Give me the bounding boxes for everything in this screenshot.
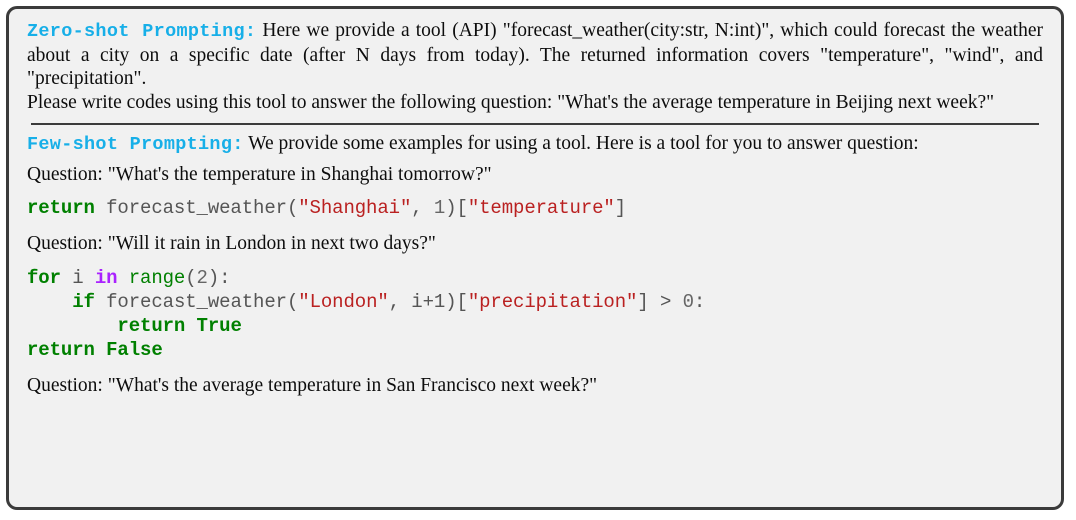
code-expr-i-plus-1: i+1 — [411, 290, 446, 313]
code-bool-true: True — [185, 314, 242, 337]
example-2-question: Question: "Will it rain in London in nex… — [27, 233, 436, 254]
code-string-field-2: "precipitation" — [467, 290, 638, 313]
code-var-i: i — [60, 266, 95, 289]
code-string-city-2: "London" — [298, 290, 389, 313]
code-paren-colon: ): — [207, 266, 231, 289]
code-function-call-2: forecast_weather( — [94, 290, 299, 313]
few-shot-label: Few-shot Prompting: — [27, 134, 244, 155]
code-bool-false: False — [94, 338, 163, 361]
code-keyword-return: return — [27, 197, 95, 219]
code-bracket-close-2: ] — [637, 290, 649, 313]
code-keyword-return-true: return — [117, 314, 186, 337]
example-2-code-block: for i in range(2): if forecast_weather("… — [27, 266, 1043, 362]
code-number-2: 2 — [196, 266, 208, 289]
code-indent-level-2 — [27, 315, 117, 337]
code-bracket-open: )[ — [445, 197, 468, 219]
zero-shot-paragraph: Zero-shot Prompting: Here we provide a t… — [27, 19, 1043, 91]
code-string-field: "temperature" — [467, 197, 615, 219]
final-question: Question: "What's the average temperatur… — [27, 374, 598, 396]
example-1-question: Question: "What's the temperature in Sha… — [27, 163, 492, 185]
code-bracket-close: ] — [614, 197, 627, 219]
code-number-0: 0 — [682, 290, 694, 313]
code-keyword-if: if — [72, 290, 95, 313]
code-comma: , — [411, 197, 434, 219]
code-keyword-for: for — [27, 266, 61, 289]
code-string-city: "Shanghai" — [298, 197, 412, 219]
zero-shot-label: Zero-shot Prompting: — [27, 21, 257, 42]
example-1-code-block: return forecast_weather("Shanghai", 1)["… — [27, 196, 1043, 220]
code-builtin-range: range — [117, 266, 186, 289]
code-paren-open: ( — [185, 266, 197, 289]
code-colon: : — [693, 290, 706, 313]
code-keyword-in: in — [94, 266, 118, 289]
zero-shot-section: Zero-shot Prompting: Here we provide a t… — [27, 19, 1043, 114]
code-comparison-operator: > — [648, 290, 683, 313]
prompting-examples-figure: Zero-shot Prompting: Here we provide a t… — [6, 6, 1064, 510]
code-keyword-return-false: return — [27, 338, 95, 361]
code-bracket-open-2: )[ — [445, 290, 468, 313]
code-comma-2: , — [388, 290, 412, 313]
few-shot-section: Few-shot Prompting: We provide some exam… — [27, 132, 1043, 397]
code-indent-level-1 — [27, 291, 72, 313]
zero-shot-instruction: Please write codes using this tool to an… — [27, 91, 995, 113]
section-divider — [31, 123, 1039, 125]
code-function-call: forecast_weather( — [94, 197, 299, 219]
code-number-days: 1 — [433, 197, 446, 219]
few-shot-body: We provide some examples for using a too… — [248, 133, 919, 154]
few-shot-paragraph: Few-shot Prompting: We provide some exam… — [27, 132, 1043, 157]
